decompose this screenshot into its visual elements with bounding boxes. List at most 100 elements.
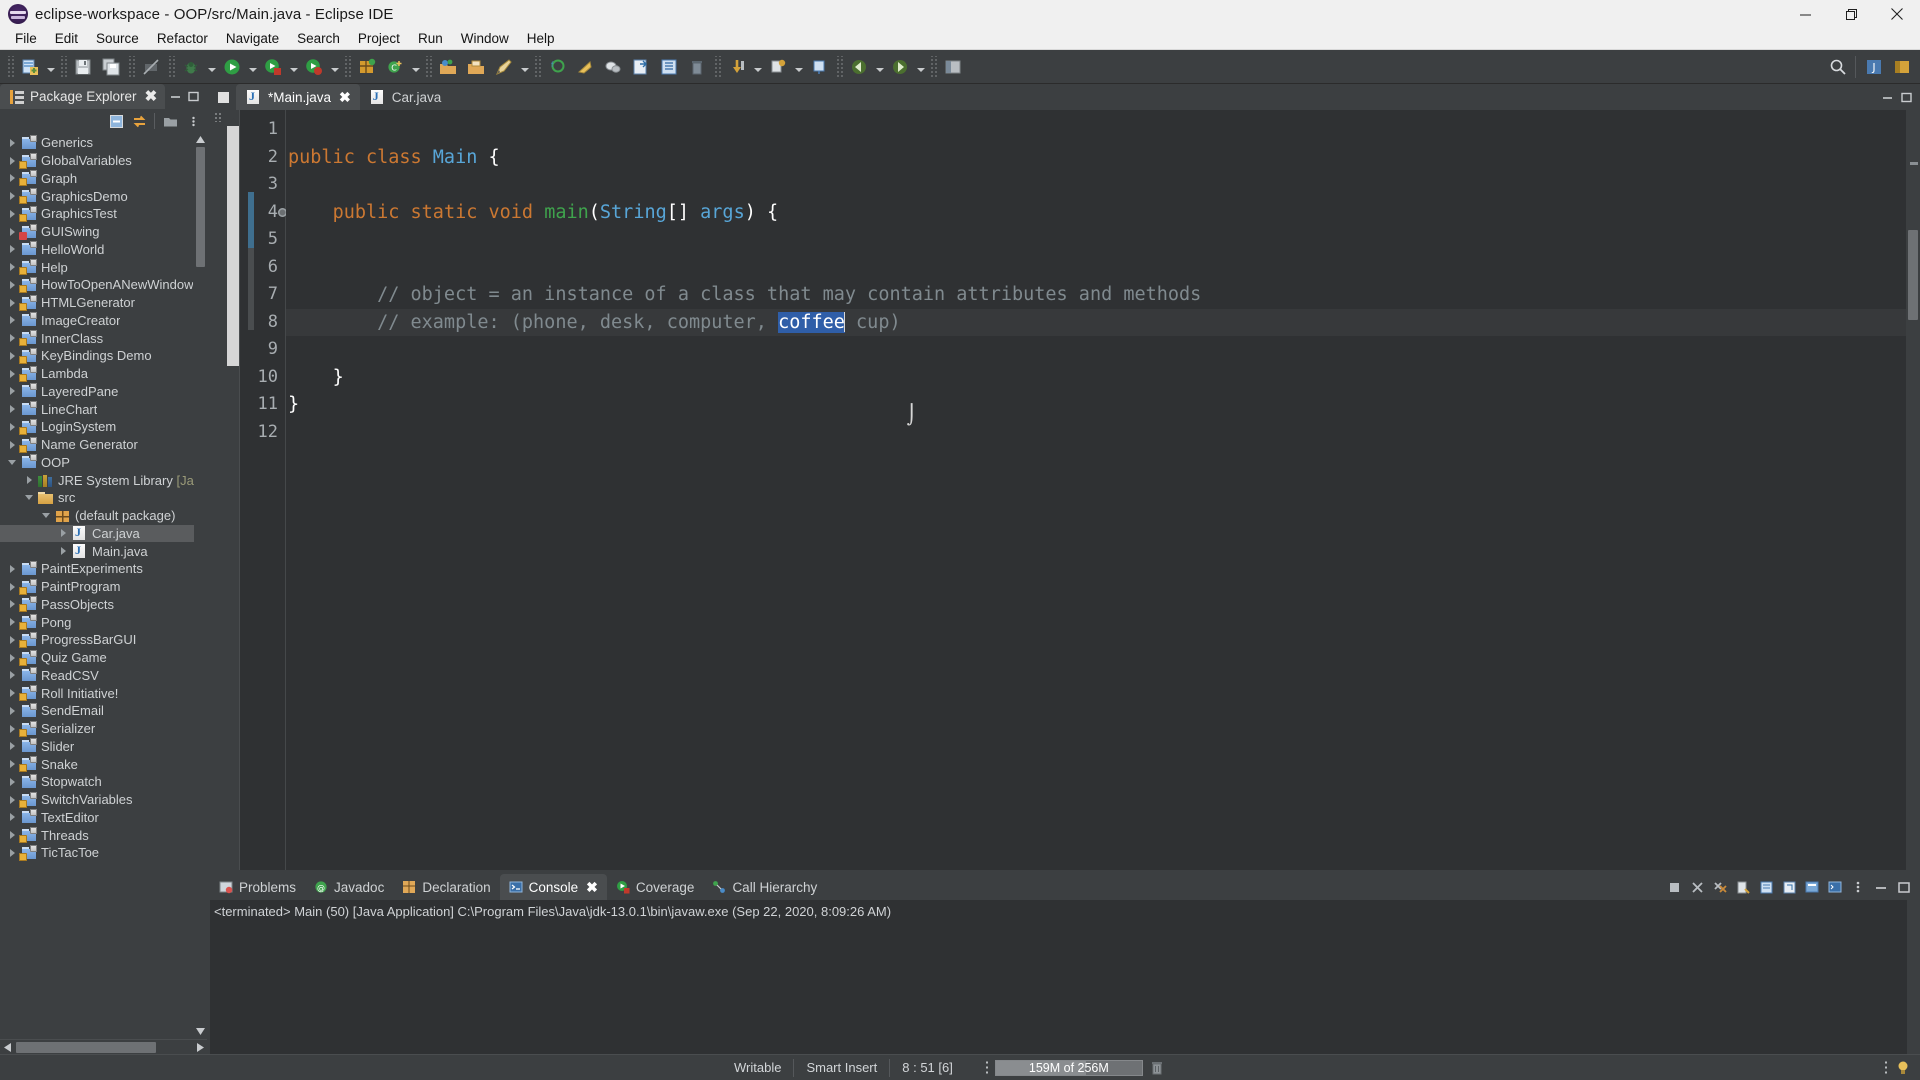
tree-item[interactable]: PaintExperiments — [0, 560, 207, 578]
scroll-up-icon[interactable] — [194, 133, 207, 146]
tab-coverage[interactable]: Coverage — [607, 874, 704, 900]
code-line[interactable] — [286, 254, 1906, 282]
chevron-right-icon[interactable] — [4, 618, 20, 627]
minimize-icon[interactable] — [1879, 88, 1895, 106]
view-menu-icon[interactable] — [183, 111, 203, 131]
run-last-icon[interactable] — [301, 54, 327, 80]
tree-item[interactable]: Threads — [0, 826, 207, 844]
back-dropdown-icon[interactable] — [751, 54, 764, 80]
code-line[interactable] — [286, 171, 1906, 199]
heap-status[interactable]: 159M of 256M — [984, 1059, 1165, 1076]
chevron-right-icon[interactable] — [55, 547, 71, 556]
chevron-right-icon[interactable] — [4, 689, 20, 698]
print-disabled-icon[interactable] — [138, 54, 164, 80]
tab-javadoc[interactable]: @ Javadoc — [305, 874, 393, 900]
close-window-button[interactable] — [1874, 0, 1920, 28]
toolbar-grip-10[interactable] — [929, 55, 937, 78]
close-icon[interactable]: ✖ — [145, 89, 158, 104]
code-content[interactable]: ⌡ public class Main { public static void… — [286, 110, 1906, 870]
code-line[interactable] — [286, 419, 1906, 447]
debug-dropdown-icon[interactable] — [205, 54, 218, 80]
trash-icon[interactable] — [1149, 1060, 1165, 1076]
toolbar-grip-3[interactable] — [127, 55, 135, 78]
scroll-right-icon[interactable] — [193, 1041, 207, 1054]
tree-item[interactable]: Graph — [0, 170, 207, 188]
menu-source[interactable]: Source — [87, 29, 148, 49]
minimize-window-button[interactable] — [1782, 0, 1828, 28]
chevron-right-icon[interactable] — [4, 138, 20, 147]
tree-item[interactable]: ImageCreator — [0, 312, 207, 330]
close-icon[interactable]: ✖ — [586, 879, 598, 896]
tree-item[interactable]: InnerClass — [0, 329, 207, 347]
chevron-right-icon[interactable] — [4, 813, 20, 822]
last-edit-location-icon[interactable] — [656, 54, 682, 80]
bulb-icon[interactable] — [1896, 1060, 1910, 1076]
menu-refactor[interactable]: Refactor — [148, 29, 217, 49]
chevron-right-icon[interactable] — [4, 174, 20, 183]
tab-declaration[interactable]: Declaration — [393, 874, 499, 900]
toolbar-grip-4[interactable] — [167, 55, 175, 78]
java-perspective-icon[interactable]: J — [1861, 54, 1887, 80]
chevron-right-icon[interactable] — [21, 476, 37, 485]
chevron-right-icon[interactable] — [4, 848, 20, 857]
new-class-dropdown-icon[interactable] — [409, 54, 422, 80]
tree-item[interactable]: HTMLGenerator — [0, 294, 207, 312]
toolbar-grip-7[interactable] — [533, 55, 541, 78]
package-explorer-horizontal-scrollbar[interactable] — [0, 1039, 207, 1054]
menu-help[interactable]: Help — [518, 29, 564, 49]
code-line[interactable]: public class Main { — [286, 144, 1906, 172]
tree-item[interactable]: Name Generator — [0, 436, 207, 454]
scroll-lock-icon[interactable] — [1755, 877, 1776, 898]
pin-console-icon[interactable] — [1778, 877, 1799, 898]
tree-item[interactable]: LineChart — [0, 400, 207, 418]
view-menu-icon[interactable] — [1847, 877, 1868, 898]
tree-item[interactable]: LayeredPane — [0, 383, 207, 401]
console-output[interactable]: <terminated> Main (50) [Java Application… — [210, 900, 1920, 1054]
tree-item[interactable]: src — [0, 489, 207, 507]
open-type-icon[interactable] — [435, 54, 461, 80]
chevron-right-icon[interactable] — [55, 529, 71, 538]
menu-edit[interactable]: Edit — [46, 29, 87, 49]
tab-problems[interactable]: Problems — [210, 874, 305, 900]
chevron-right-icon[interactable] — [4, 192, 20, 201]
chevron-right-icon[interactable] — [4, 795, 20, 804]
editor-left-scrollbar[interactable] — [226, 110, 240, 870]
tree-item[interactable]: TicTacToe — [0, 844, 207, 862]
new-file-icon[interactable] — [17, 54, 43, 80]
tree-item[interactable]: GlobalVariables — [0, 152, 207, 170]
tree-item[interactable]: ProgressBarGUI — [0, 631, 207, 649]
tree-item[interactable]: Snake — [0, 755, 207, 773]
nav-back-dropdown-icon[interactable] — [873, 54, 886, 80]
chevron-right-icon[interactable] — [4, 316, 20, 325]
scroll-down-icon[interactable] — [194, 1025, 207, 1038]
skip-breakpoints-icon[interactable] — [572, 54, 598, 80]
maximize-icon[interactable] — [1898, 88, 1914, 106]
search-toolbar-icon[interactable]: f — [544, 54, 570, 80]
tree-item[interactable]: SwitchVariables — [0, 791, 207, 809]
project-tree[interactable]: Generics GlobalVariables Graph GraphicsDemo… — [0, 133, 207, 1039]
new-annotation-icon[interactable] — [491, 54, 517, 80]
toolbar-grip-9[interactable] — [835, 55, 843, 78]
save-icon[interactable] — [70, 54, 96, 80]
menu-window[interactable]: Window — [452, 29, 518, 49]
tab-console[interactable]: Console ✖ — [499, 874, 607, 900]
code-line[interactable]: } — [286, 391, 1906, 419]
debug-bug-icon[interactable] — [178, 54, 204, 80]
save-all-icon[interactable] — [98, 54, 124, 80]
back-arrow-icon[interactable] — [724, 54, 750, 80]
chevron-right-icon[interactable] — [4, 245, 20, 254]
toolbar-grip-6[interactable] — [424, 55, 432, 78]
coverage-icon[interactable] — [260, 54, 286, 80]
new-java-project-icon[interactable] — [354, 54, 380, 80]
tree-item[interactable]: SendEmail — [0, 702, 207, 720]
collapse-all-icon[interactable] — [106, 111, 126, 131]
editor-vertical-scrollbar[interactable] — [1906, 110, 1920, 870]
toolbar-grip-5[interactable] — [343, 55, 351, 78]
tree-item[interactable]: GUISwing — [0, 223, 207, 241]
chevron-right-icon[interactable] — [4, 564, 20, 573]
menu-search[interactable]: Search — [288, 29, 349, 49]
new-file-dropdown-icon[interactable] — [44, 54, 57, 80]
chevron-right-icon[interactable] — [4, 742, 20, 751]
display-console-icon[interactable] — [1801, 877, 1822, 898]
tree-item[interactable]: KeyBindings Demo — [0, 347, 207, 365]
